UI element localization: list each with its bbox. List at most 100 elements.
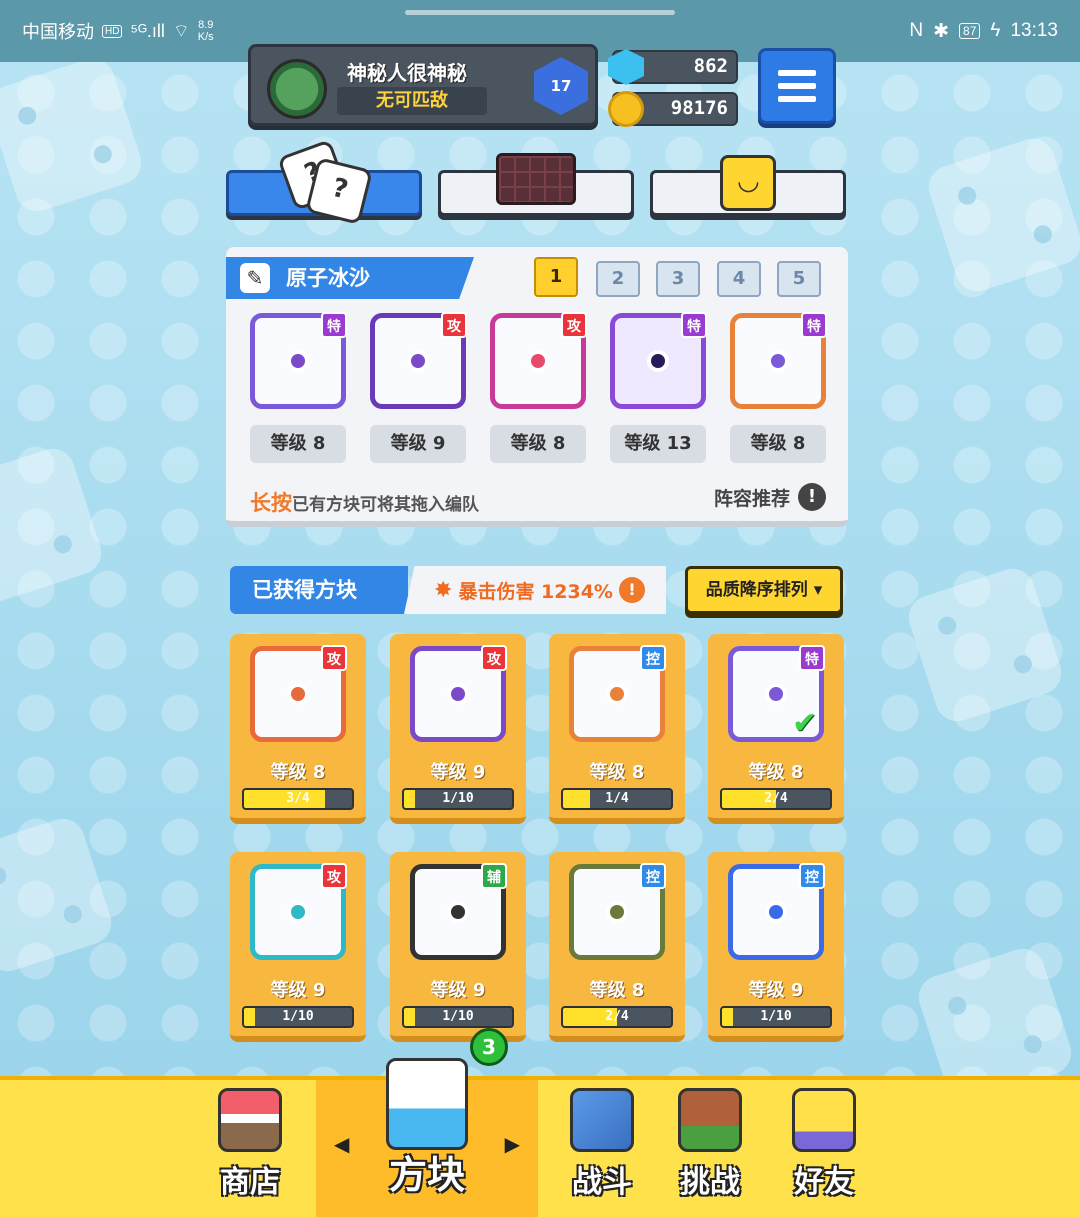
tab-dice[interactable] bbox=[226, 139, 422, 225]
collection-card[interactable]: 辅等级 9 1/10 bbox=[390, 852, 526, 1042]
type-badge: 辅 bbox=[481, 863, 507, 889]
info-icon: ! bbox=[618, 577, 645, 603]
type-badge: 攻 bbox=[321, 645, 347, 671]
player-title: 无可匹敌 bbox=[337, 87, 487, 115]
deck-card[interactable]: 攻 bbox=[490, 312, 587, 409]
shop-icon bbox=[218, 1088, 282, 1152]
gem-amount: 862 bbox=[693, 55, 728, 77]
hamburger-icon bbox=[778, 70, 816, 76]
deck-slot-3[interactable]: 3 bbox=[656, 261, 700, 297]
type-badge: 特 bbox=[681, 312, 707, 338]
progress-text: 1/10 bbox=[442, 1009, 474, 1024]
battery-indicator: 87 bbox=[959, 23, 981, 39]
type-badge: 攻 bbox=[321, 863, 347, 889]
burst-icon: ✸ bbox=[434, 577, 453, 603]
progress-text: 3/4 bbox=[286, 791, 310, 806]
player-profile-panel[interactable]: 神秘人很神秘 无可匹敌 17 bbox=[248, 44, 598, 126]
dice-core-icon bbox=[287, 350, 309, 372]
type-badge: 特 bbox=[801, 312, 827, 338]
grid-board-icon bbox=[496, 153, 576, 205]
nav-blocks[interactable]: ◀ ▶ 方块 bbox=[316, 1058, 538, 1217]
card-level: 等级 8 bbox=[490, 425, 586, 463]
dice-frame: 控 bbox=[569, 645, 666, 742]
hd-icon: HD bbox=[102, 24, 123, 38]
deck-slot-1[interactable]: 1 bbox=[534, 257, 578, 297]
type-badge: 控 bbox=[640, 863, 666, 889]
progress-text: 1/10 bbox=[282, 1009, 314, 1024]
smiley-icon bbox=[720, 155, 776, 211]
dice-core-icon bbox=[447, 683, 469, 705]
player-level-badge: 17 bbox=[534, 57, 588, 115]
dice-core-icon bbox=[765, 683, 787, 705]
info-icon: ! bbox=[798, 483, 826, 511]
progress-text: 2/4 bbox=[764, 791, 788, 806]
collection-card[interactable]: 控等级 9 1/10 bbox=[708, 852, 844, 1042]
nav-shop[interactable]: 商店 bbox=[200, 1080, 300, 1217]
deck-card[interactable]: 特 bbox=[610, 312, 707, 409]
acquired-title: 已获得方块 bbox=[230, 566, 408, 614]
dice-icon bbox=[305, 157, 374, 225]
nav-challenge[interactable]: 挑战 bbox=[660, 1080, 760, 1217]
deck-card[interactable]: 攻 bbox=[370, 312, 467, 409]
wifi-icon: ⌔ bbox=[172, 20, 190, 41]
coin-icon bbox=[608, 91, 644, 127]
player-name: 神秘人很神秘 bbox=[347, 61, 467, 85]
clock: 13:13 bbox=[1010, 20, 1058, 41]
deck-slot-4[interactable]: 4 bbox=[717, 261, 761, 297]
lineup-recommend-button[interactable]: 阵容推荐 ! bbox=[714, 483, 826, 511]
edit-icon[interactable]: ✎ bbox=[240, 263, 270, 293]
notification-badge: 3 bbox=[470, 1028, 508, 1066]
deck-card[interactable]: 特 bbox=[250, 312, 347, 409]
dice-core-icon bbox=[287, 901, 309, 923]
upgrade-progress-bar: 3/4 bbox=[242, 788, 354, 810]
upgrade-progress-bar: 1/10 bbox=[402, 788, 514, 810]
upgrade-progress-bar: 1/10 bbox=[242, 1006, 354, 1028]
dice-core-icon bbox=[287, 683, 309, 705]
upgrade-progress-bar: 1/4 bbox=[561, 788, 673, 810]
deck-panel: ✎ 原子冰沙 1 2 3 4 5 特 攻 攻 特 特 等级 8 等级 9 等级 … bbox=[226, 247, 848, 527]
deck-slot-5[interactable]: 5 bbox=[777, 261, 821, 297]
card-level: 等级 8 bbox=[250, 425, 346, 463]
dice-frame: 控 bbox=[728, 863, 825, 960]
upgrade-progress-bar: 2/4 bbox=[720, 788, 832, 810]
progress-text: 2/4 bbox=[605, 1009, 629, 1024]
crit-damage-stat[interactable]: ✸ 暴击伤害 1234% ! bbox=[404, 566, 666, 614]
type-badge: 控 bbox=[640, 645, 666, 671]
deck-slot-2[interactable]: 2 bbox=[596, 261, 640, 297]
collection-card[interactable]: 控等级 8 1/4 bbox=[549, 634, 685, 824]
tab-emotes[interactable] bbox=[650, 155, 846, 216]
type-badge: 攻 bbox=[481, 645, 507, 671]
deck-hint: 长按已有方块可将其拖入编队 bbox=[250, 491, 479, 515]
card-level: 等级 8 bbox=[589, 980, 645, 1001]
deck-card[interactable]: 特 bbox=[730, 312, 827, 409]
collection-card[interactable]: 攻等级 9 1/10 bbox=[230, 852, 366, 1042]
type-badge: 控 bbox=[799, 863, 825, 889]
collection-card[interactable]: 控等级 8 2/4 bbox=[549, 852, 685, 1042]
check-icon: ✔ bbox=[792, 706, 818, 741]
nav-battle[interactable]: 战斗 bbox=[552, 1080, 652, 1217]
progress-text: 1/4 bbox=[605, 791, 629, 806]
deck-name[interactable]: ✎ 原子冰沙 bbox=[226, 257, 474, 299]
collection-card[interactable]: 攻等级 9 1/10 bbox=[390, 634, 526, 824]
avatar[interactable] bbox=[267, 59, 327, 119]
card-level: 等级 9 bbox=[270, 980, 326, 1001]
upgrade-progress-bar: 1/10 bbox=[720, 1006, 832, 1028]
main-menu-button[interactable] bbox=[758, 48, 836, 124]
nav-friends[interactable]: 好友 bbox=[772, 1080, 876, 1217]
block-cube-icon bbox=[386, 1058, 468, 1150]
carrier-name: 中国移动 bbox=[22, 22, 94, 42]
card-level: 等级 9 bbox=[430, 980, 486, 1001]
bluetooth-icon: ✱ bbox=[933, 20, 950, 42]
dice-core-icon bbox=[407, 350, 429, 372]
dice-core-icon bbox=[527, 350, 549, 372]
tab-board[interactable] bbox=[438, 153, 634, 216]
sort-dropdown[interactable]: 品质降序排列 ▾ bbox=[685, 566, 843, 614]
collection-card[interactable]: 攻等级 8 3/4 bbox=[230, 634, 366, 824]
dice-frame: 攻 bbox=[250, 645, 347, 742]
drag-handle bbox=[405, 10, 675, 15]
coin-counter[interactable]: 98176 bbox=[608, 91, 738, 127]
dice-core-icon bbox=[447, 901, 469, 923]
collection-card[interactable]: 特 ✔ 等级 8 2/4 bbox=[708, 634, 844, 824]
gem-counter[interactable]: 862 bbox=[608, 49, 738, 85]
nfc-icon: N bbox=[909, 20, 924, 41]
